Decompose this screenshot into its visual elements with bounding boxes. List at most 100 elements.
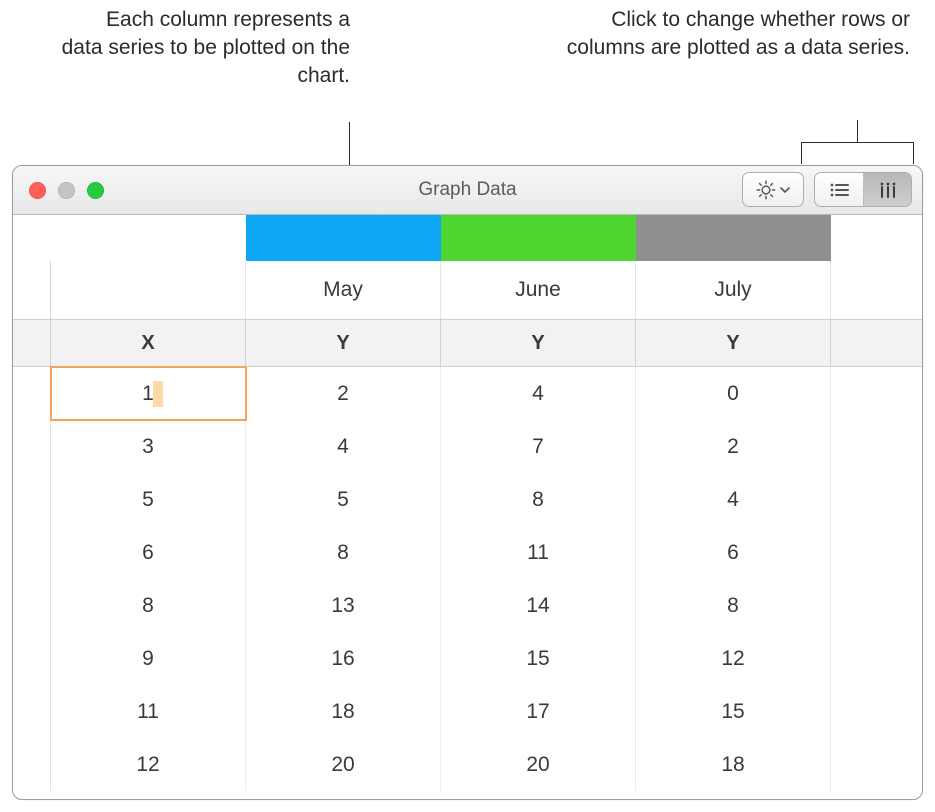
data-rows: 1 2 4 0 3 4 7 2 5 5 bbox=[13, 367, 922, 791]
table-row: 5 5 8 4 bbox=[13, 473, 922, 526]
data-cell-may[interactable]: 13 bbox=[246, 579, 441, 632]
data-cell-june[interactable]: 8 bbox=[441, 473, 636, 526]
row-trail bbox=[831, 526, 922, 579]
text-cursor-highlight bbox=[153, 381, 163, 407]
table-row: 1 2 4 0 bbox=[13, 367, 922, 420]
series-color-july[interactable] bbox=[636, 215, 831, 261]
table-row: 11 18 17 15 bbox=[13, 685, 922, 738]
series-name-row: May June July bbox=[13, 261, 922, 319]
data-cell-june[interactable]: 15 bbox=[441, 632, 636, 685]
row-gutter bbox=[13, 215, 51, 261]
axis-labels-row: X Y Y Y bbox=[13, 319, 922, 367]
data-cell-may[interactable]: 2 bbox=[246, 367, 441, 420]
data-cell-june[interactable]: 14 bbox=[441, 579, 636, 632]
callout-row-col-toggle: Click to change whether rows or columns … bbox=[555, 6, 910, 62]
row-trail bbox=[831, 579, 922, 632]
row-trail bbox=[831, 367, 922, 420]
series-name-blank[interactable] bbox=[51, 261, 246, 319]
data-cell-x[interactable]: 1 bbox=[51, 367, 246, 420]
axis-label-x[interactable]: X bbox=[51, 320, 246, 366]
data-cell-x[interactable]: 6 bbox=[51, 526, 246, 579]
table-row: 8 13 14 8 bbox=[13, 579, 922, 632]
plot-rows-button[interactable] bbox=[815, 173, 863, 206]
series-color-row bbox=[13, 215, 922, 261]
axis-label-y3[interactable]: Y bbox=[636, 320, 831, 366]
row-gutter bbox=[13, 632, 51, 685]
series-color-trail bbox=[831, 215, 922, 261]
table-row: 6 8 11 6 bbox=[13, 526, 922, 579]
data-cell-x[interactable]: 9 bbox=[51, 632, 246, 685]
data-cell-x[interactable]: 8 bbox=[51, 579, 246, 632]
data-cell-x[interactable]: 12 bbox=[51, 738, 246, 791]
data-cell-july[interactable]: 2 bbox=[636, 420, 831, 473]
row-trail bbox=[831, 473, 922, 526]
data-cell-may[interactable]: 16 bbox=[246, 632, 441, 685]
row-gutter bbox=[13, 320, 51, 366]
series-name-trail bbox=[831, 261, 922, 319]
data-cell-x[interactable]: 5 bbox=[51, 473, 246, 526]
data-cell-july[interactable]: 0 bbox=[636, 367, 831, 420]
series-name-july[interactable]: July bbox=[636, 261, 831, 319]
settings-menu-button[interactable] bbox=[742, 172, 804, 207]
axis-label-y2[interactable]: Y bbox=[441, 320, 636, 366]
row-trail bbox=[831, 420, 922, 473]
row-gutter bbox=[13, 738, 51, 791]
data-cell-july[interactable]: 18 bbox=[636, 738, 831, 791]
data-cell-july[interactable]: 4 bbox=[636, 473, 831, 526]
table-row: 12 20 20 18 bbox=[13, 738, 922, 791]
close-button[interactable] bbox=[29, 182, 46, 199]
data-cell-july[interactable]: 6 bbox=[636, 526, 831, 579]
row-trail bbox=[831, 685, 922, 738]
row-gutter bbox=[13, 685, 51, 738]
data-cell-x[interactable]: 11 bbox=[51, 685, 246, 738]
callouts: Each column represents a data series to … bbox=[0, 0, 935, 175]
data-cell-june[interactable]: 11 bbox=[441, 526, 636, 579]
series-color-blank bbox=[51, 215, 246, 261]
series-name-june[interactable]: June bbox=[441, 261, 636, 319]
data-cell-june[interactable]: 4 bbox=[441, 367, 636, 420]
columns-icon bbox=[877, 181, 899, 199]
data-cell-june[interactable]: 17 bbox=[441, 685, 636, 738]
data-cell-may[interactable]: 18 bbox=[246, 685, 441, 738]
graph-data-window: Graph Data bbox=[12, 165, 923, 800]
series-orientation-toggle bbox=[814, 172, 912, 207]
series-color-may[interactable] bbox=[246, 215, 441, 261]
plot-columns-button[interactable] bbox=[863, 173, 911, 206]
data-cell-july[interactable]: 15 bbox=[636, 685, 831, 738]
row-trail bbox=[831, 632, 922, 685]
data-cell-july[interactable]: 12 bbox=[636, 632, 831, 685]
callout-leader-line bbox=[857, 120, 858, 142]
table-row: 3 4 7 2 bbox=[13, 420, 922, 473]
callout-column-series: Each column represents a data series to … bbox=[60, 6, 350, 90]
data-cell-may[interactable]: 5 bbox=[246, 473, 441, 526]
titlebar: Graph Data bbox=[13, 166, 922, 215]
table-row: 9 16 15 12 bbox=[13, 632, 922, 685]
series-color-june[interactable] bbox=[441, 215, 636, 261]
axis-label-trail bbox=[831, 320, 922, 366]
zoom-button[interactable] bbox=[87, 182, 104, 199]
toolbar bbox=[742, 172, 912, 207]
row-gutter bbox=[13, 473, 51, 526]
row-gutter bbox=[13, 420, 51, 473]
callout-bracket bbox=[801, 142, 914, 164]
row-gutter bbox=[13, 579, 51, 632]
data-cell-june[interactable]: 20 bbox=[441, 738, 636, 791]
gear-icon bbox=[755, 179, 777, 201]
data-cell-may[interactable]: 20 bbox=[246, 738, 441, 791]
data-cell-june[interactable]: 7 bbox=[441, 420, 636, 473]
minimize-button[interactable] bbox=[58, 182, 75, 199]
chevron-down-icon bbox=[779, 184, 791, 196]
row-gutter bbox=[13, 261, 51, 319]
series-name-may[interactable]: May bbox=[246, 261, 441, 319]
row-gutter bbox=[13, 526, 51, 579]
row-trail bbox=[831, 738, 922, 791]
data-cell-july[interactable]: 8 bbox=[636, 579, 831, 632]
data-cell-may[interactable]: 8 bbox=[246, 526, 441, 579]
window-controls bbox=[13, 182, 104, 199]
axis-label-y1[interactable]: Y bbox=[246, 320, 441, 366]
row-gutter bbox=[13, 367, 51, 420]
data-cell-x[interactable]: 3 bbox=[51, 420, 246, 473]
data-cell-may[interactable]: 4 bbox=[246, 420, 441, 473]
data-sheet: May June July X Y Y Y 1 bbox=[13, 215, 922, 799]
rows-icon bbox=[828, 181, 850, 199]
